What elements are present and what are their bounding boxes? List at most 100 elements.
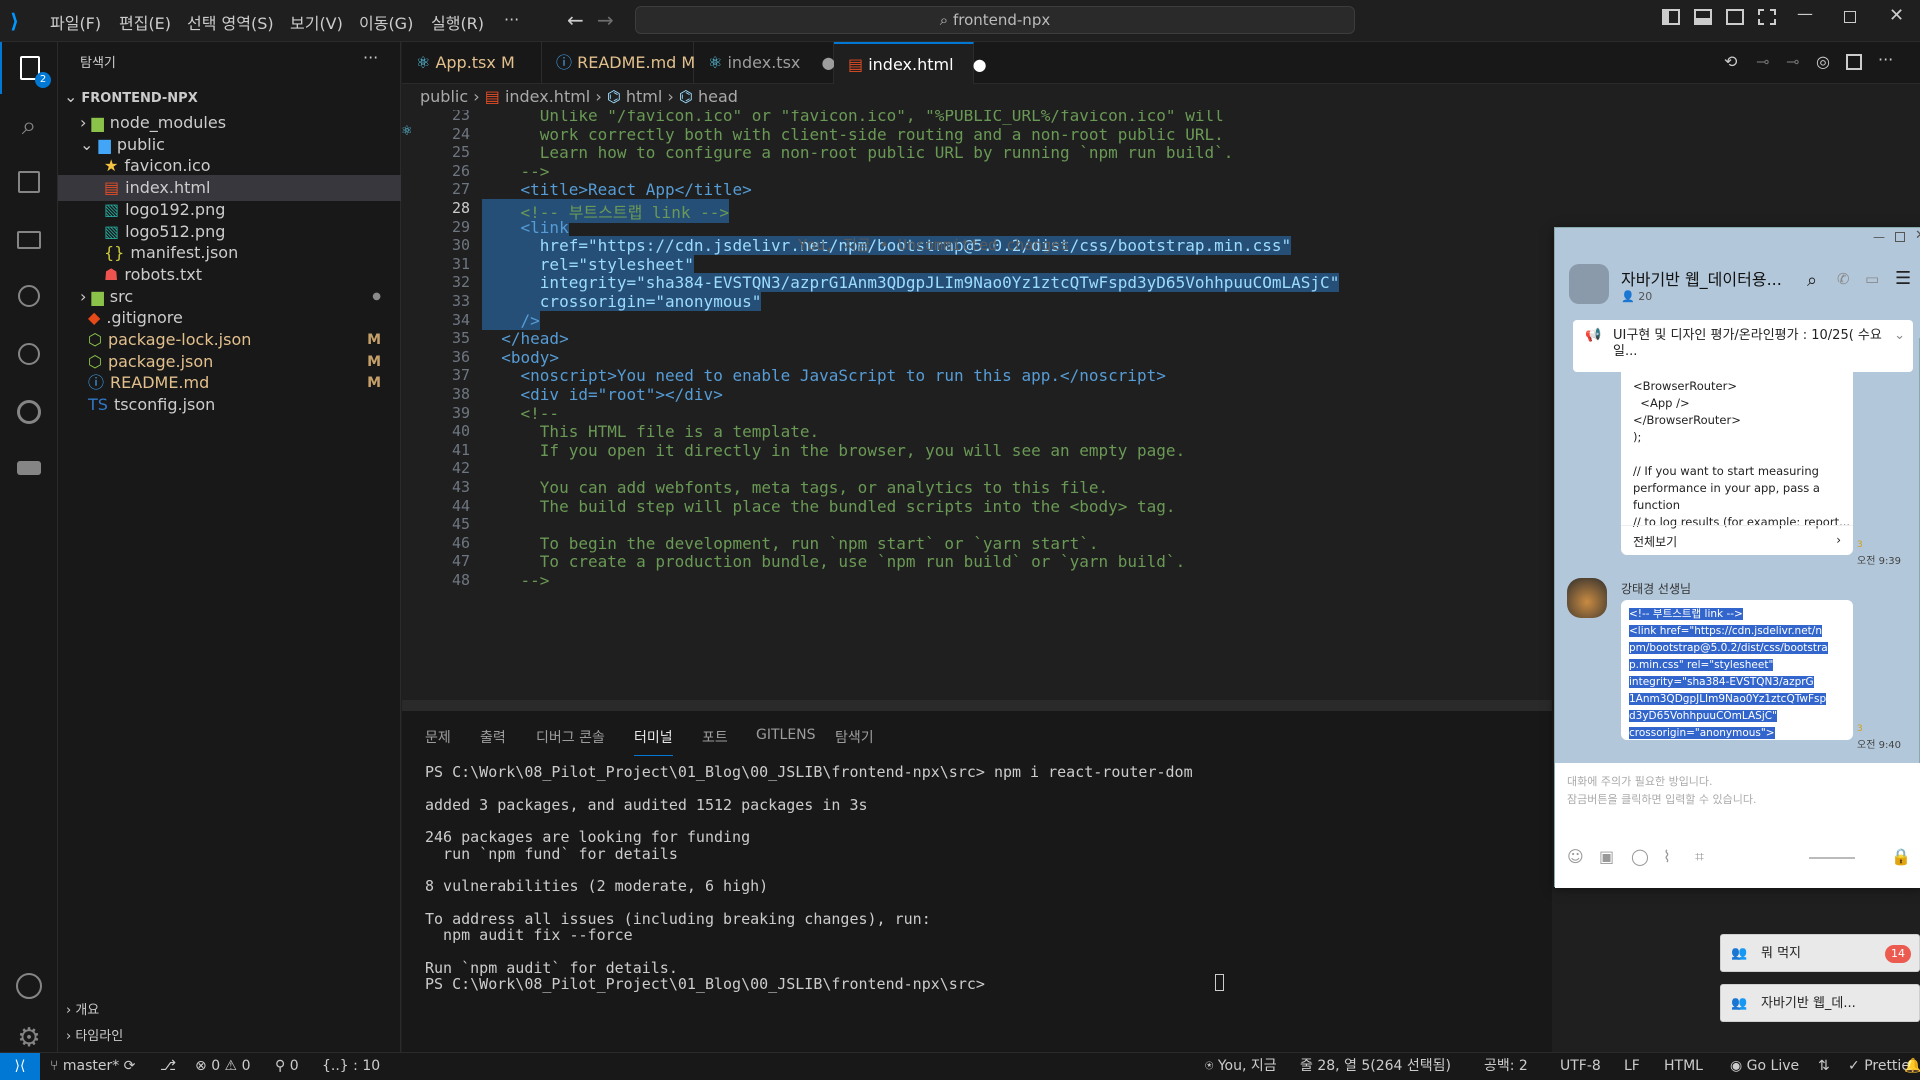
language-mode[interactable]: HTML — [1664, 1053, 1703, 1080]
minimize-icon[interactable]: — — [1797, 4, 1813, 23]
speech-icon[interactable]: ◯ — [1631, 847, 1649, 866]
window-maximize-icon[interactable] — [1895, 232, 1905, 242]
code-editor[interactable]: ⚛ 23 Unlike "/favicon.ico" or "favicon.i… — [402, 110, 1552, 710]
explorer-icon[interactable]: 2 — [0, 42, 58, 94]
branch-status[interactable]: ⑂ master* ⟳ — [50, 1053, 135, 1080]
remote-explorer-icon[interactable] — [0, 214, 58, 266]
remote-indicator[interactable]: ⟩⟨ — [0, 1053, 40, 1080]
chat-input-area[interactable]: 대화에 주의가 필요한 방입니다. 잠금버튼을 클릭하면 입력할 수 있습니다.… — [1555, 763, 1920, 888]
tab-label: README.md — [577, 53, 677, 72]
back-arrow-icon[interactable]: ← — [567, 8, 584, 32]
code-line: <noscript>You need to enable JavaScript … — [482, 366, 1166, 386]
notifications-bell-icon[interactable]: 🔔 — [1904, 1053, 1920, 1080]
terminal-line: PS C:\Work\08_Pilot_Project\01_Blog\00_J… — [425, 763, 1193, 781]
tab-problems[interactable]: 문제 — [425, 727, 451, 747]
chat-list-item-2[interactable]: 👥 자바기반 웹_데... — [1720, 984, 1920, 1022]
sync-icon[interactable]: ⇅ — [1818, 1053, 1830, 1080]
close-window-icon[interactable]: ✕ — [1889, 5, 1904, 26]
tab-index-tsx[interactable]: ⚛ index.tsx ● — [694, 42, 835, 84]
chat-notice[interactable]: 📢 UI구현 및 디자인 평가/온라인평가 : 10/25( 수요일... ⌄ — [1573, 320, 1913, 372]
message-bubble-code[interactable]: <BrowserRouter> <App /> </BrowserRouter>)… — [1621, 372, 1853, 555]
attach-icon[interactable]: ⌇ — [1663, 847, 1671, 866]
video-call-icon[interactable]: ▭ — [1865, 270, 1879, 288]
cursor-position[interactable]: 줄 28, 열 5(264 선택됨) — [1300, 1053, 1451, 1080]
tab-ports[interactable]: 포트 — [702, 727, 728, 747]
gitlens-status-icon[interactable]: ⎇ — [160, 1053, 176, 1080]
docker-icon[interactable] — [0, 442, 58, 494]
next-change-icon[interactable]: ⊸ — [1786, 52, 1799, 71]
chat-list-item-1[interactable]: 👥 뭐 먹지 14 — [1720, 934, 1920, 972]
explorer-more-icon[interactable]: ··· — [363, 48, 378, 67]
voice-call-icon[interactable]: ✆ — [1837, 270, 1850, 288]
toggle-sidebar-icon[interactable] — [1662, 9, 1680, 25]
toggle-secondary-sidebar-icon[interactable] — [1726, 9, 1744, 25]
split-editor-icon[interactable] — [1846, 54, 1862, 70]
message-bubble-selected[interactable]: <!-- 부트스트랩 link --> <link href="https://c… — [1621, 600, 1853, 740]
go-live-button[interactable]: ◉ Go Live — [1730, 1053, 1799, 1080]
tab-output[interactable]: 출력 — [480, 727, 506, 747]
github-icon[interactable] — [0, 386, 58, 438]
show-more-link[interactable]: 전체보기 › — [1621, 525, 1853, 555]
previous-change-icon[interactable]: ⊸ — [1756, 52, 1769, 71]
editor-more-icon[interactable]: ··· — [1878, 50, 1893, 69]
forward-arrow-icon[interactable]: → — [597, 8, 614, 32]
terminal-line: 8 vulnerabilities (2 moderate, 6 high) — [425, 877, 769, 896]
chat-search-icon[interactable]: ⌕ — [1807, 270, 1817, 291]
menu-view[interactable]: 보기(V) — [290, 10, 343, 34]
opacity-slider[interactable] — [1809, 857, 1855, 859]
breadcrumb-html[interactable]: html — [626, 87, 662, 106]
line-number: 35 — [451, 329, 470, 348]
braces-status[interactable]: {..} : 10 — [322, 1053, 380, 1080]
tab-readme-md[interactable]: ⓘ README.md M — [542, 42, 695, 84]
customize-layout-icon[interactable] — [1758, 9, 1776, 25]
crop-icon[interactable]: ⌗ — [1695, 847, 1704, 867]
calendar-icon[interactable]: ▣ — [1599, 847, 1614, 866]
ports-status[interactable]: ⚲ 0 — [275, 1053, 299, 1080]
menu-file[interactable]: 파일(F) — [50, 10, 101, 34]
encoding[interactable]: UTF-8 — [1560, 1053, 1601, 1080]
problems-status[interactable]: ⊗ 0 ⚠ 0 — [195, 1053, 250, 1080]
source-control-icon[interactable] — [0, 270, 58, 322]
menu-go[interactable]: 이동(G) — [359, 10, 413, 34]
emoji-icon[interactable]: ☺ — [1567, 847, 1584, 866]
chat-menu-icon[interactable]: ☰ — [1895, 268, 1911, 289]
account-icon[interactable] — [0, 960, 58, 1012]
maximize-icon[interactable] — [1844, 11, 1856, 23]
window-close-icon[interactable]: ✕ — [1915, 228, 1920, 243]
breadcrumb-head[interactable]: head — [698, 87, 738, 106]
window-minimize-icon[interactable]: — — [1873, 230, 1885, 244]
breadcrumb-public[interactable]: public — [420, 87, 468, 106]
breadcrumb-index-html[interactable]: index.html — [505, 87, 590, 106]
indentation[interactable]: 공백: 2 — [1484, 1053, 1528, 1080]
lock-icon[interactable]: 🔒 — [1891, 847, 1911, 866]
toggle-panel-icon[interactable] — [1694, 9, 1712, 25]
gitlens-icon[interactable] — [0, 328, 58, 380]
tab-index-html[interactable]: ▤ index.html ● — [834, 42, 987, 84]
tree-item-tsconfig-json[interactable]: TS tsconfig.json — [58, 392, 401, 418]
editor-scrollbar[interactable] — [402, 700, 1552, 710]
tab-debug-console[interactable]: 디버그 콘솔 — [536, 727, 605, 747]
chat-title: 자바기반 웹_데이터용... — [1621, 270, 1782, 289]
gitlens-commit-icon[interactable]: ◎ — [1816, 52, 1830, 71]
line-number: 30 — [451, 236, 470, 255]
outline-section[interactable]: › 개요 — [58, 998, 401, 1024]
search-view-icon[interactable]: ⌕ — [0, 100, 58, 152]
blame-status[interactable]: ⍟ You, 지금 — [1205, 1053, 1277, 1080]
chevron-down-icon[interactable]: ⌄ — [1894, 328, 1905, 344]
tab-terminal[interactable]: 터미널 — [634, 727, 673, 756]
tree-item-label: .gitignore — [106, 308, 183, 328]
menu-more[interactable]: ··· — [504, 10, 519, 29]
extensions-icon[interactable] — [0, 156, 58, 208]
workspace-root[interactable]: ⌄ FRONTEND-NPX — [58, 84, 401, 110]
timeline-section[interactable]: › 타임라인 — [58, 1024, 401, 1050]
tab-app-tsx[interactable]: ⚛ App.tsx M — [402, 42, 542, 84]
menu-selection[interactable]: 선택 영역(S) — [187, 10, 274, 34]
warning-count: 0 — [241, 1058, 251, 1074]
command-center-search[interactable]: ⌕ frontend-npx — [635, 6, 1355, 34]
menu-run[interactable]: 실행(R) — [431, 10, 484, 34]
tab-explorer[interactable]: 탐색기 — [835, 727, 874, 747]
end-of-line[interactable]: LF — [1624, 1053, 1640, 1080]
open-changes-icon[interactable]: ⟲ — [1724, 52, 1737, 71]
menu-edit[interactable]: 편집(E) — [119, 10, 171, 34]
tab-gitlens[interactable]: GITLENS — [756, 727, 816, 743]
